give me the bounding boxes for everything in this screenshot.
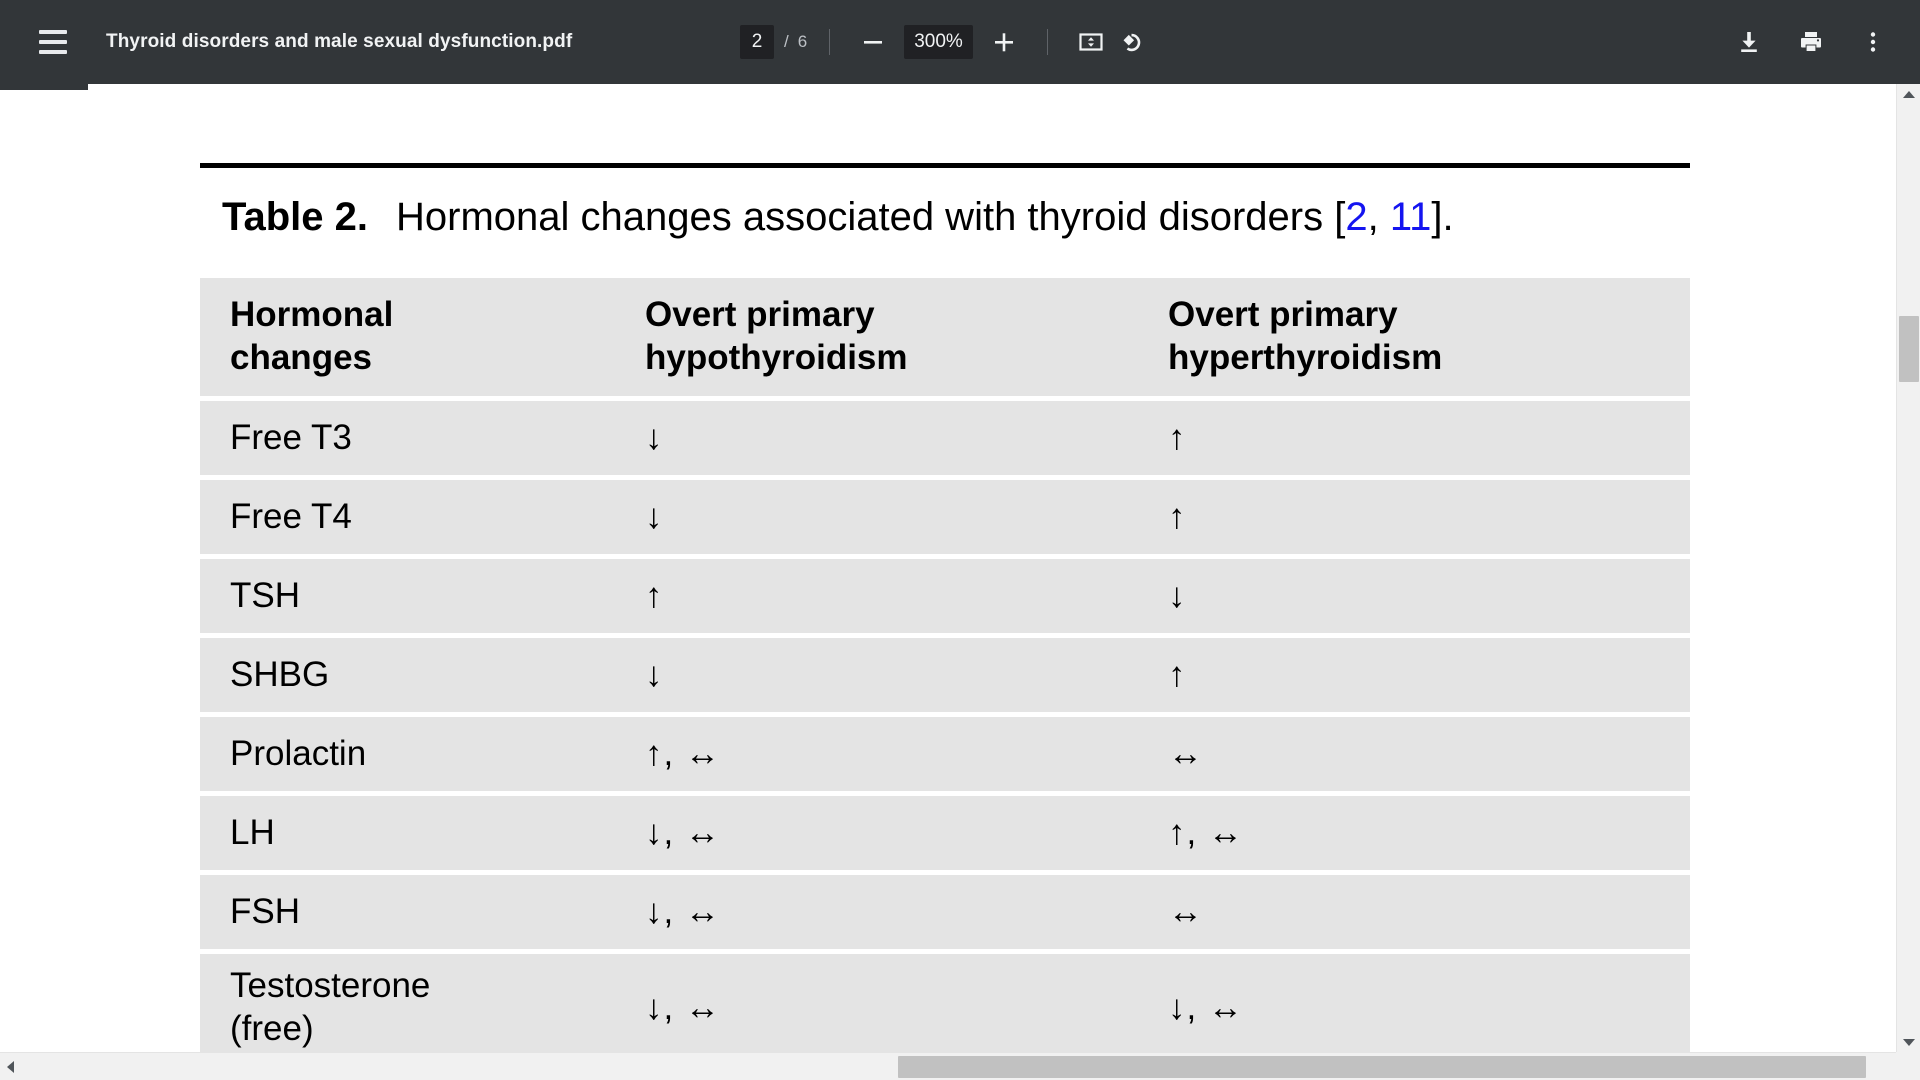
column-header-hyperthyroidism: Overt primary hyperthyroidism <box>1160 278 1690 396</box>
cell-hyperthyroidism: ↔ <box>1160 717 1690 791</box>
horizontal-scrollbar[interactable] <box>0 1052 1920 1080</box>
cell-hyperthyroidism: ↓, ↔ <box>1160 954 1690 1052</box>
header-line-1: Overt primary <box>645 294 875 334</box>
triangle-up <box>1903 90 1915 98</box>
zoom-in-button[interactable] <box>983 21 1025 63</box>
cell-hypothyroidism: ↓ <box>630 638 1160 712</box>
table-row: Testosterone (free) ↓, ↔ ↓, ↔ <box>200 954 1690 1052</box>
cell-hyperthyroidism: ↑, ↔ <box>1160 796 1690 870</box>
horizontal-scrollbar-thumb[interactable] <box>898 1056 1866 1078</box>
page-separator: / <box>784 32 789 51</box>
table-caption-label: Table 2. <box>222 195 368 239</box>
cell-hormone: TSH <box>200 559 630 633</box>
rotate-counterclockwise-icon[interactable] <box>1112 21 1154 63</box>
table-top-rule <box>200 163 1690 168</box>
pdf-toolbar: Thyroid disorders and male sexual dysfun… <box>0 0 1920 84</box>
cell-hyperthyroidism: ↔ <box>1160 875 1690 949</box>
header-line-1: Overt primary <box>1168 294 1398 334</box>
table-row: Prolactin ↑, ↔ ↔ <box>200 717 1690 791</box>
table-body: Free T3 ↓ ↑ Free T4 ↓ ↑ TSH ↑ ↓ SHBG ↓ ↑… <box>200 401 1690 1052</box>
cell-hormone-line-1: Testosterone <box>230 966 431 1006</box>
toolbar-right-group <box>1728 0 1894 84</box>
cell-hormone: Testosterone (free) <box>200 954 630 1052</box>
menu-line <box>39 40 67 44</box>
cell-hormone: SHBG <box>200 638 630 712</box>
table-caption-text: Hormonal changes associated with thyroid… <box>395 195 1335 239</box>
menu-line <box>39 50 67 54</box>
hamburger-menu-icon[interactable] <box>30 19 76 65</box>
triangle-left <box>6 1061 14 1073</box>
pdf-document-area[interactable]: Table 2. Hormonal changes associated with… <box>0 84 1896 1052</box>
table-row: FSH ↓, ↔ ↔ <box>200 875 1690 949</box>
vertical-scrollbar-thumb[interactable] <box>1899 316 1919 382</box>
table-caption: Table 2. Hormonal changes associated with… <box>222 194 1702 240</box>
table-row: Free T3 ↓ ↑ <box>200 401 1690 475</box>
cell-hyperthyroidism: ↓ <box>1160 559 1690 633</box>
table-row: SHBG ↓ ↑ <box>200 638 1690 712</box>
cell-hypothyroidism: ↑, ↔ <box>630 717 1160 791</box>
download-icon[interactable] <box>1728 21 1770 63</box>
cell-hormone: LH <box>200 796 630 870</box>
scroll-left-arrow-icon[interactable] <box>0 1053 20 1080</box>
zoom-out-button[interactable] <box>852 21 894 63</box>
citation-link-11[interactable]: 11 <box>1390 195 1432 239</box>
cell-hormone: Prolactin <box>200 717 630 791</box>
scroll-down-arrow-icon[interactable] <box>1897 1032 1920 1052</box>
pdf-viewer: Thyroid disorders and male sexual dysfun… <box>0 0 1920 1080</box>
header-line-2: hypothyroidism <box>645 338 908 377</box>
table-header: Hormonal changes Overt primary hypothyro… <box>200 278 1690 396</box>
cell-hypothyroidism: ↓, ↔ <box>630 954 1160 1052</box>
cell-hormone: Free T4 <box>200 480 630 554</box>
table-row: Free T4 ↓ ↑ <box>200 480 1690 554</box>
fit-to-page-icon[interactable] <box>1070 21 1112 63</box>
table-row: TSH ↑ ↓ <box>200 559 1690 633</box>
cell-hormone-line-2: (free) <box>230 1009 314 1048</box>
column-header-hypothyroidism: Overt primary hypothyroidism <box>630 278 1160 396</box>
header-line-2: hyperthyroidism <box>1168 338 1443 377</box>
header-line-2: changes <box>230 338 372 377</box>
citation-link-2[interactable]: 2 <box>1345 195 1367 239</box>
cell-hypothyroidism: ↓, ↔ <box>630 875 1160 949</box>
toolbar-tab-extension <box>0 84 88 90</box>
document-title: Thyroid disorders and male sexual dysfun… <box>106 31 573 52</box>
citation-bracket-open: [ <box>1334 195 1346 239</box>
citation-comma: , <box>1367 195 1390 239</box>
scroll-up-arrow-icon[interactable] <box>1897 84 1920 104</box>
cell-hypothyroidism: ↓ <box>630 401 1160 475</box>
cell-hormone: Free T3 <box>200 401 630 475</box>
menu-line <box>39 30 67 34</box>
column-header-hormonal-changes: Hormonal changes <box>200 278 630 396</box>
zoom-level-input[interactable]: 300% <box>904 25 973 59</box>
toolbar-divider <box>1046 29 1048 55</box>
cell-hyperthyroidism: ↑ <box>1160 638 1690 712</box>
triangle-down <box>1903 1038 1915 1046</box>
cell-hyperthyroidism: ↑ <box>1160 480 1690 554</box>
scrollbar-corner <box>1896 1052 1920 1080</box>
cell-hormone: FSH <box>200 875 630 949</box>
pdf-page-2: Table 2. Hormonal changes associated with… <box>0 84 1896 1052</box>
vertical-scrollbar[interactable] <box>1896 84 1920 1052</box>
caption-period: . <box>1442 195 1454 239</box>
citation-bracket-close: ] <box>1431 195 1443 239</box>
page-count: 6 <box>797 32 808 51</box>
toolbar-center-group: 2 / 6 300% <box>740 0 1154 84</box>
more-vertical-icon[interactable] <box>1852 21 1894 63</box>
print-icon[interactable] <box>1790 21 1832 63</box>
hormonal-changes-table: Hormonal changes Overt primary hypothyro… <box>200 273 1690 1052</box>
cell-hypothyroidism: ↓, ↔ <box>630 796 1160 870</box>
cell-hypothyroidism: ↓ <box>630 480 1160 554</box>
cell-hyperthyroidism: ↑ <box>1160 401 1690 475</box>
page-number-input[interactable]: 2 <box>740 25 774 59</box>
cell-hypothyroidism: ↑ <box>630 559 1160 633</box>
toolbar-left-group: Thyroid disorders and male sexual dysfun… <box>0 19 572 65</box>
header-line-1: Hormonal <box>230 294 394 334</box>
table-header-row: Hormonal changes Overt primary hypothyro… <box>200 278 1690 396</box>
table-row: LH ↓, ↔ ↑, ↔ <box>200 796 1690 870</box>
toolbar-divider <box>829 29 831 55</box>
